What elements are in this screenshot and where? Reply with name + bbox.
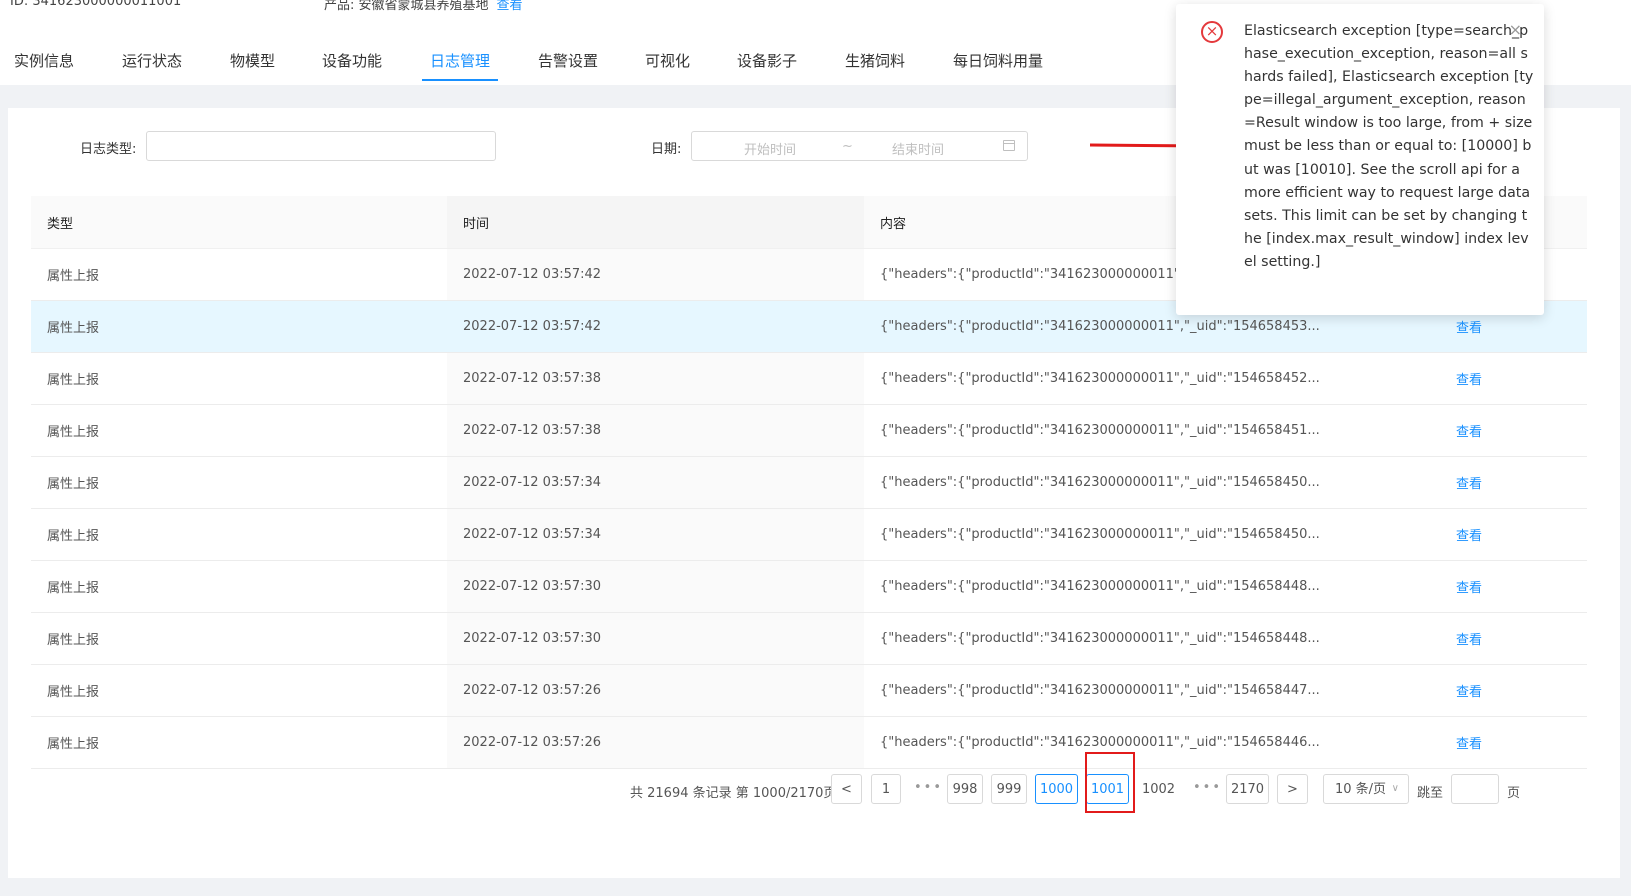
date-label: 日期:: [651, 142, 682, 157]
start-time-input[interactable]: 开始时间: [744, 139, 796, 158]
tab-thing-model[interactable]: 物模型: [230, 50, 275, 79]
column-header-type: 类型: [31, 196, 447, 249]
cell-content: {"headers":{"productId":"341623000000011…: [864, 664, 1372, 717]
error-circle-icon: ×: [1201, 21, 1223, 43]
tab-visualization[interactable]: 可视化: [645, 50, 690, 79]
table-row[interactable]: 属性上报 2022-07-12 03:57:38 {"headers":{"prod…: [31, 404, 1587, 457]
jump-to-input[interactable]: [1451, 774, 1499, 804]
pagination-total: 共 21694 条记录 第 1000/2170页: [630, 786, 837, 801]
cell-time: 2022-07-12 03:57:26: [447, 716, 864, 769]
page-button-1000[interactable]: 1000: [1035, 774, 1078, 804]
row-view-button[interactable]: 查看: [1456, 373, 1482, 388]
cell-time: 2022-07-12 03:57:34: [447, 456, 864, 509]
table-row[interactable]: 属性上报 2022-07-12 03:57:26 {"headers":{"prod…: [31, 664, 1587, 717]
row-view-button[interactable]: 查看: [1456, 477, 1482, 492]
cell-time: 2022-07-12 03:57:30: [447, 612, 864, 665]
tab-running-status[interactable]: 运行状态: [122, 50, 182, 79]
page-suffix-label: 页: [1507, 786, 1521, 801]
cell-time: 2022-07-12 03:57:30: [447, 560, 864, 613]
cell-time: 2022-07-12 03:57:42: [447, 248, 864, 301]
page-button-2170[interactable]: 2170: [1226, 774, 1269, 804]
row-view-button[interactable]: 查看: [1456, 685, 1482, 700]
cell-type: 属性上报: [31, 456, 447, 509]
row-view-button[interactable]: 查看: [1456, 529, 1482, 544]
cell-type: 属性上报: [31, 612, 447, 665]
row-view-button[interactable]: 查看: [1456, 425, 1482, 440]
column-header-time: 时间: [447, 196, 864, 249]
cell-time: 2022-07-12 03:57:26: [447, 664, 864, 717]
tab-pig-feed[interactable]: 生猪饲料: [845, 50, 905, 79]
cell-type: 属性上报: [31, 300, 447, 353]
next-page-button[interactable]: >: [1277, 774, 1308, 804]
table-row[interactable]: 属性上报 2022-07-12 03:57:26 {"headers":{"prod…: [31, 716, 1587, 769]
table-row[interactable]: 属性上报 2022-07-12 03:57:30 {"headers":{"prod…: [31, 560, 1587, 613]
cell-content: {"headers":{"productId":"341623000000011…: [864, 352, 1372, 405]
cell-type: 属性上报: [31, 404, 447, 457]
error-notification: × × Elasticsearch exception [type=search…: [1176, 4, 1544, 315]
table-row[interactable]: 属性上报 2022-07-12 03:57:38 {"headers":{"prod…: [31, 352, 1587, 405]
cell-type: 属性上报: [31, 716, 447, 769]
cell-time: 2022-07-12 03:57:38: [447, 352, 864, 405]
row-view-button[interactable]: 查看: [1456, 737, 1482, 752]
cell-content: {"headers":{"productId":"341623000000011…: [864, 612, 1372, 665]
page-size-value: 10 条/页: [1335, 782, 1387, 797]
cell-content: {"headers":{"productId":"341623000000011…: [864, 404, 1372, 457]
cell-time: 2022-07-12 03:57:42: [447, 300, 864, 353]
page-button-999[interactable]: 999: [991, 774, 1027, 804]
row-view-button[interactable]: 查看: [1456, 633, 1482, 648]
product-name: 产品: 安徽省蒙城县养殖基地: [324, 0, 489, 13]
page-button-998[interactable]: 998: [947, 774, 983, 804]
product-info: 产品: 安徽省蒙城县养殖基地 查看: [324, 0, 523, 13]
tab-device-functions[interactable]: 设备功能: [322, 50, 382, 79]
product-view-link[interactable]: 查看: [497, 0, 523, 13]
row-view-button[interactable]: 查看: [1456, 321, 1482, 336]
chevron-down-icon: ∨: [1391, 783, 1399, 794]
date-range-picker[interactable]: 开始时间 ~ 结束时间: [691, 131, 1028, 161]
log-type-input[interactable]: [146, 131, 496, 161]
cell-type: 属性上报: [31, 248, 447, 301]
page-ellipsis-right[interactable]: •••: [1193, 780, 1222, 795]
cell-type: 属性上报: [31, 560, 447, 613]
cell-content: {"headers":{"productId":"341623000000011…: [864, 508, 1372, 561]
device-meta: ID: 341623000000011001 产品: 安徽省蒙城县养殖基地 查看: [10, 0, 523, 13]
annotation-highlight-box: [1085, 752, 1135, 813]
prev-page-button[interactable]: <: [831, 774, 862, 804]
row-view-button[interactable]: 查看: [1456, 581, 1482, 596]
calendar-icon: [1003, 140, 1015, 151]
notification-message: Elasticsearch exception [type=search_pha…: [1244, 23, 1534, 270]
range-separator: ~: [842, 139, 853, 154]
cell-time: 2022-07-12 03:57:34: [447, 508, 864, 561]
tab-device-shadow[interactable]: 设备影子: [737, 50, 797, 79]
page-ellipsis-left[interactable]: •••: [914, 780, 943, 795]
tab-log-management[interactable]: 日志管理: [422, 50, 499, 81]
device-id: ID: 341623000000011001: [10, 0, 182, 9]
cell-content: {"headers":{"productId":"341623000000011…: [864, 560, 1372, 613]
table-row[interactable]: 属性上报 2022-07-12 03:57:34 {"headers":{"prod…: [31, 456, 1587, 509]
table-row[interactable]: 属性上报 2022-07-12 03:57:34 {"headers":{"prod…: [31, 508, 1587, 561]
tab-alarm-settings[interactable]: 告警设置: [538, 50, 598, 79]
cell-time: 2022-07-12 03:57:38: [447, 404, 864, 457]
tab-daily-feed-usage[interactable]: 每日饲料用量: [953, 50, 1043, 79]
cell-type: 属性上报: [31, 664, 447, 717]
cell-type: 属性上报: [31, 352, 447, 405]
log-type-label: 日志类型:: [80, 142, 137, 157]
jump-to-label: 跳至: [1417, 786, 1444, 801]
table-row[interactable]: 属性上报 2022-07-12 03:57:30 {"headers":{"prod…: [31, 612, 1587, 665]
tab-instance-info[interactable]: 实例信息: [14, 50, 74, 79]
page-button-1002[interactable]: 1002: [1137, 774, 1180, 804]
pagination: 共 21694 条记录 第 1000/2170页 < 1 ••• 998 999…: [0, 774, 1631, 806]
page-button-1[interactable]: 1: [871, 774, 901, 804]
cell-content: {"headers":{"productId":"341623000000011…: [864, 456, 1372, 509]
cell-type: 属性上报: [31, 508, 447, 561]
end-time-input[interactable]: 结束时间: [892, 139, 944, 158]
page-size-select[interactable]: 10 条/页 ∨: [1323, 774, 1409, 804]
